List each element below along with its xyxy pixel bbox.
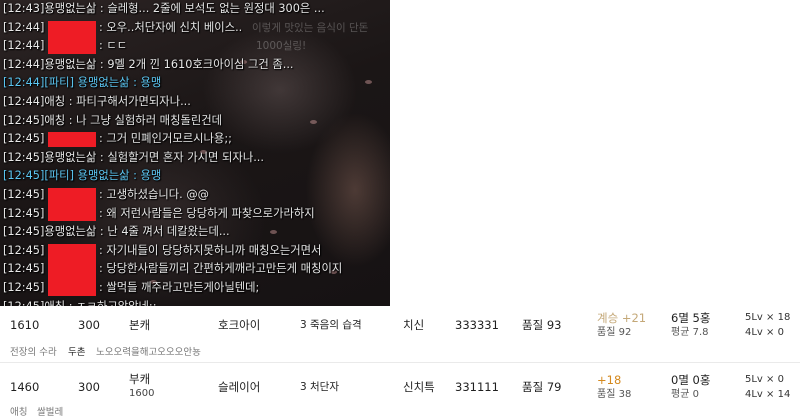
chat-timestamp: [12:43] bbox=[3, 2, 45, 15]
chat-message: : ㄷㄷ bbox=[99, 39, 128, 53]
row-divider bbox=[0, 362, 800, 363]
redacted-name-block bbox=[48, 132, 96, 148]
gems-average: 평균 7.8 bbox=[671, 327, 709, 338]
chat-timestamp: [12:45] bbox=[3, 150, 45, 164]
refine-value: +18 bbox=[597, 373, 622, 387]
tag-title: 전장의 수라 bbox=[10, 347, 57, 358]
redacted-name-block bbox=[48, 20, 96, 54]
chat-message: : 그거 민폐인거모르시나용;; bbox=[99, 132, 232, 146]
chat-message: : 난 4줄 껴서 데칼왔는데... bbox=[96, 225, 230, 239]
stats: 치신 bbox=[403, 318, 425, 332]
chat-message: : 왜 저런사람들은 당당하게 파찾으로가라하지 bbox=[99, 206, 315, 220]
tag-title: 쌀벌레 bbox=[37, 407, 64, 418]
level5-count: 5Lv × 0 bbox=[745, 374, 784, 385]
chat-line: [12:45] : 자기내들이 당당하지못하니까 매칭오는거면서 bbox=[0, 242, 390, 296]
chat-message: : 자기내들이 당당하지못하니까 매칭오는거면서 bbox=[99, 243, 322, 257]
chat-timestamp: [12:45] bbox=[3, 206, 45, 220]
quality: 품질 93 bbox=[522, 318, 562, 332]
engraving: 3 처단자 bbox=[300, 381, 339, 393]
tag-name: 노오오력을해고오오오안뇽 bbox=[96, 347, 201, 358]
chat-timestamp: [12:45] bbox=[3, 225, 45, 239]
stat-values: 333331 bbox=[455, 318, 499, 332]
chat-sender: 애칭 bbox=[44, 113, 66, 127]
chat-line: [12:43]용맹없는삶 : 슬레형... 2줄에 보석도 없는 원정대 300… bbox=[0, 0, 390, 19]
honor-value: 300 bbox=[78, 318, 100, 332]
chat-message: : 고생하셨습니다. @@ bbox=[99, 187, 209, 201]
character-sub: 1600 bbox=[129, 388, 155, 399]
chat-log: [12:43]용맹없는삶 : 슬레형... 2줄에 보석도 없는 원정대 300… bbox=[0, 0, 390, 306]
row-tags: 애칭 쌀벌레 bbox=[0, 400, 800, 420]
chat-timestamp: [12:44] bbox=[3, 39, 45, 53]
game-chat-screenshot: 이렇게 맛있는 음식이 단돈 1000실링! [12:43]용맹없는삶 : 슬레… bbox=[0, 0, 390, 306]
row-tags: 전장의 수라 두촌 노오오력을해고오오오안뇽 bbox=[0, 340, 800, 360]
tag-name: 애칭 bbox=[10, 407, 28, 418]
chat-line: [12:45]애칭 : 나 그냥 실험하러 매칭돌린건데 bbox=[0, 112, 390, 131]
refine-value: 계승 +21 bbox=[597, 311, 647, 325]
chat-timestamp: [12:45] bbox=[3, 169, 45, 183]
engraving: 3 죽음의 습격 bbox=[300, 319, 362, 331]
chat-line: [12:44] : 오우..처단자에 신치 베이스.. bbox=[0, 19, 390, 54]
chat-message: : 9멜 2개 낀 1610호크아이심 그건 좀... bbox=[96, 57, 294, 71]
chat-timestamp: [12:45] bbox=[3, 113, 45, 127]
chat-timestamp: [12:44] bbox=[3, 57, 45, 71]
chat-timestamp: [12:45] bbox=[3, 262, 45, 276]
level4-count: 4Lv × 0 bbox=[745, 327, 784, 338]
class-name: 슬레이어 bbox=[218, 380, 261, 394]
level5-count: 5Lv × 18 bbox=[745, 312, 791, 323]
chat-timestamp: [12:44] bbox=[3, 76, 45, 90]
gems: 0멸 0홍 bbox=[671, 373, 711, 387]
chat-message: : 용맹 bbox=[129, 76, 162, 90]
chat-line: [12:45]용맹없는삶 : 실험할거면 혼자 가시면 되자나... bbox=[0, 149, 390, 168]
chat-message: : 나 그냥 실험하러 매칭돌린건데 bbox=[65, 113, 223, 127]
stat-values: 331111 bbox=[455, 380, 499, 394]
chat-line: [12:44]애칭 : 파티구해서가면되자나... bbox=[0, 93, 390, 112]
chat-message: : 오우..처단자에 신치 베이스.. bbox=[99, 20, 243, 34]
chat-timestamp: [12:45] bbox=[3, 280, 45, 294]
character-type: 본캐 bbox=[129, 318, 151, 332]
redacted-name-block bbox=[48, 243, 96, 296]
chat-line: [12:44][파티] 용맹없는삶 : 용맹 bbox=[0, 74, 390, 93]
table-row[interactable]: 1610 300 본캐 호크아이 3 죽음의 습격 치신 333331 품질 9… bbox=[0, 300, 800, 344]
chat-sender: 용맹없는삶 bbox=[44, 57, 97, 71]
chat-line: [12:45][파티] 용맹없는삶 : 용맹 bbox=[0, 167, 390, 186]
refine-quality: 품질 92 bbox=[597, 327, 632, 338]
honor-value: 300 bbox=[78, 380, 100, 394]
redacted-name-block bbox=[48, 187, 96, 222]
chat-line: [12:44]용맹없는삶 : 9멜 2개 낀 1610호크아이심 그건 좀... bbox=[0, 56, 390, 75]
chat-line: [12:45] : 그거 민폐인거모르시나용;; bbox=[0, 130, 390, 149]
chat-sender: [파티] 용맹없는삶 bbox=[44, 169, 130, 183]
chat-message: : 슬레형... 2줄에 보석도 없는 원정대 300은 ... bbox=[96, 2, 325, 15]
character-type: 부캐 bbox=[129, 372, 151, 386]
chat-sender: 용맹없는삶 bbox=[44, 225, 97, 239]
tag-guild: 두촌 bbox=[68, 347, 86, 358]
chat-line: [12:45] : 고생하셨습니다. @@ bbox=[0, 186, 390, 222]
item-level: 1610 bbox=[10, 318, 40, 332]
class-name: 호크아이 bbox=[218, 318, 261, 332]
stats: 신치특 bbox=[403, 380, 435, 394]
chat-timestamp: [12:44] bbox=[3, 94, 45, 108]
chat-timestamp: [12:44] bbox=[3, 20, 45, 34]
chat-timestamp: [12:45] bbox=[3, 132, 45, 146]
chat-message: : 용맹 bbox=[129, 169, 162, 183]
item-level: 1460 bbox=[10, 380, 40, 394]
chat-line: [12:45]용맹없는삶 : 난 4줄 껴서 데칼왔는데... bbox=[0, 223, 390, 242]
chat-message: : 실험할거면 혼자 가시면 되자나... bbox=[96, 150, 264, 164]
chat-message: : 당당한사람들끼리 간편하게깨라고만든게 매칭이지 bbox=[99, 262, 343, 276]
quality: 품질 79 bbox=[522, 380, 562, 394]
chat-message: : 파티구해서가면되자나... bbox=[65, 94, 191, 108]
chat-sender: 용맹없는삶 bbox=[44, 2, 97, 15]
chat-timestamp: [12:45] bbox=[3, 187, 45, 201]
gems: 6멸 5홍 bbox=[671, 311, 711, 325]
chat-sender: 용맹없는삶 bbox=[44, 150, 97, 164]
chat-message: : 쌀먹들 깨주라고만든게아닐텐데; bbox=[99, 280, 260, 294]
chat-timestamp: [12:45] bbox=[3, 243, 45, 257]
chat-sender: [파티] 용맹없는삶 bbox=[44, 76, 130, 90]
chat-sender: 애칭 bbox=[44, 94, 66, 108]
